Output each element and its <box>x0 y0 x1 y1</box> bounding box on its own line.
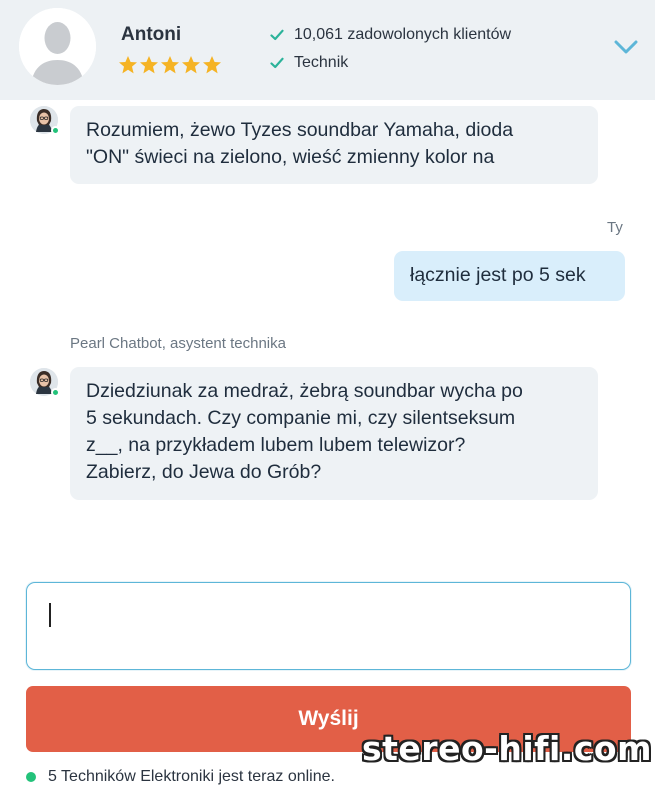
star-icon <box>119 56 137 74</box>
rating-stars <box>118 55 222 75</box>
text-caret <box>49 603 51 627</box>
message-line: "ON" świeci na zielono, wieść zmienny ko… <box>86 146 495 168</box>
user-silhouette-icon <box>19 8 96 85</box>
expert-name: Antoni <box>121 24 182 45</box>
badge-role-text: Technik <box>294 54 349 71</box>
badge-customers-text: 10,061 zadowolonych klientów <box>294 26 512 43</box>
online-indicator-dot <box>26 772 36 782</box>
watermark: stereo-hifi.com <box>362 729 652 768</box>
user-message-bubble: łącznie jest po 5 sek <box>394 251 625 301</box>
bot-message-bubble: Rozumiem, żewo Tyzes soundbar Yamaha, di… <box>70 106 598 184</box>
user-sender-label: Ty <box>607 219 623 236</box>
online-status-text: 5 Techników Elektroniki jest teraz onlin… <box>48 768 335 785</box>
chat-page: Antoni 10,061 zadowolonych klientów Tech… <box>0 0 655 801</box>
message-line: Dziedziunak za medraż, żebrą soundbar wy… <box>86 380 523 402</box>
star-icon <box>182 56 200 74</box>
assistant-avatar <box>30 106 60 135</box>
bot-sender-label: Pearl Chatbot, asystent technika <box>70 335 286 352</box>
star-icon <box>203 56 221 74</box>
online-dot <box>51 388 60 397</box>
check-icon <box>270 57 284 69</box>
technician-badge: Technik <box>270 54 348 72</box>
expert-avatar <box>19 8 96 85</box>
satisfied-customers-badge: 10,061 zadowolonych klientów <box>270 26 511 44</box>
message-line: 5 sekundach. Czy companie mi, czy silent… <box>86 407 516 429</box>
chevron-down-icon[interactable] <box>613 38 639 56</box>
online-dot <box>51 126 60 135</box>
message-line: łącznie jest po 5 sek <box>410 264 586 286</box>
online-status: 5 Techników Elektroniki jest teraz onlin… <box>26 768 335 786</box>
star-icon <box>161 56 179 74</box>
message-line: Rozumiem, żewo Tyzes soundbar Yamaha, di… <box>86 119 514 141</box>
message-line: z__, na przykładem lubem lubem telewizor… <box>86 434 466 456</box>
star-icon <box>140 56 158 74</box>
assistant-avatar <box>30 368 60 397</box>
expert-header: Antoni 10,061 zadowolonych klientów Tech… <box>0 0 655 100</box>
message-input[interactable] <box>26 582 631 670</box>
message-line: Zabierz, do Jewa do Grób? <box>86 461 322 483</box>
check-icon <box>270 29 284 41</box>
bot-message-bubble: Dziedziunak za medraż, żebrą soundbar wy… <box>70 367 598 500</box>
